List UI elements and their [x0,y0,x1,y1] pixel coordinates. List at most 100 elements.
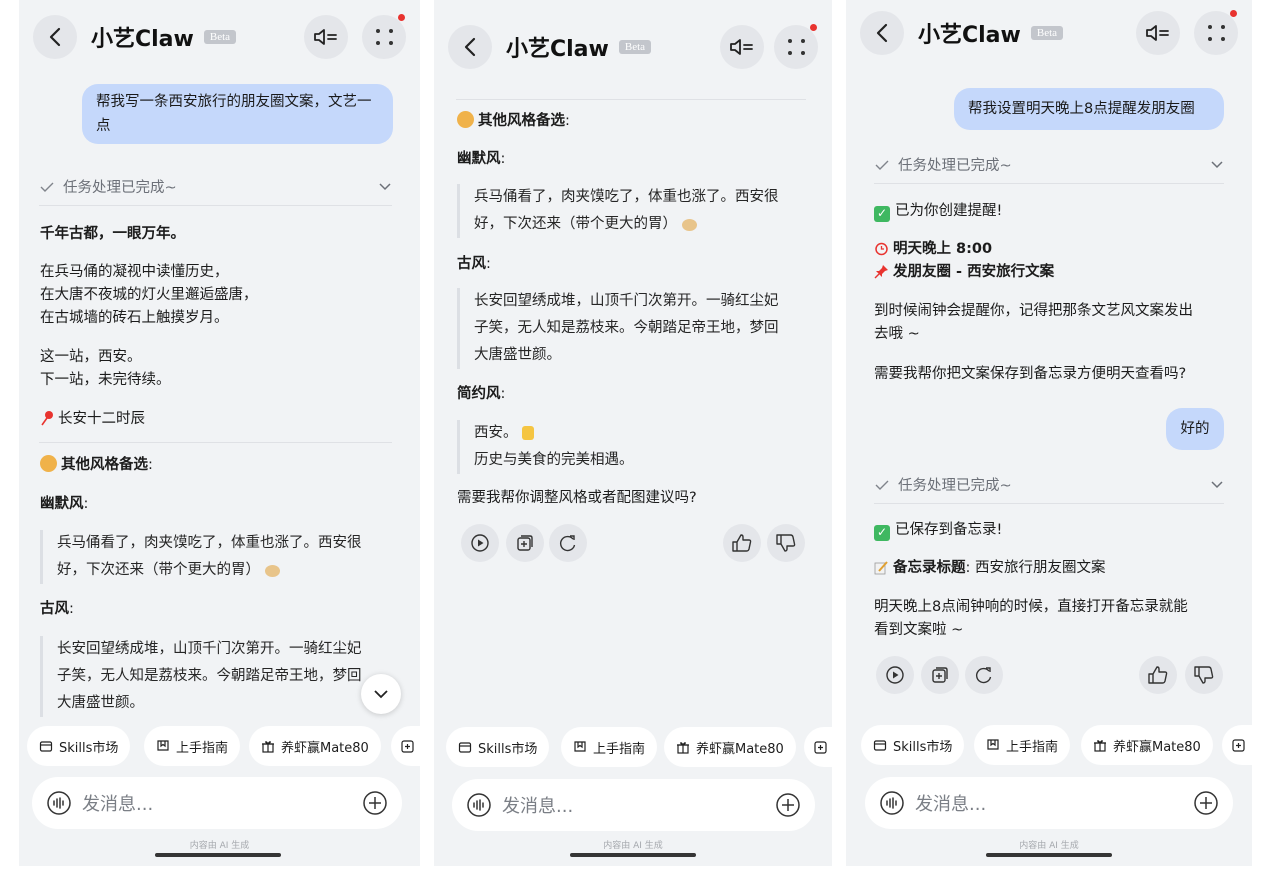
label-text: 简约风 [457,386,501,402]
thumbs-down-icon [776,534,796,552]
ancient-label: 古风: [457,256,491,272]
refresh-icon [559,535,576,552]
thumbs-down-button[interactable] [1185,656,1223,694]
copy-icon [932,667,948,683]
voice-broadcast-button[interactable] [304,15,348,59]
humor-label: 幽默风: [40,496,89,512]
play-button[interactable] [876,656,914,694]
home-indicator [155,853,281,857]
chip-more[interactable] [391,726,420,766]
chip-getting-started[interactable]: 上手指南 [974,725,1071,765]
check-icon [875,160,889,170]
chip-label: Skills市场 [59,740,119,756]
checkbox-icon: ✓ [874,205,890,222]
speaker-icon [730,39,753,55]
quote-text: 西安。 [474,425,518,441]
reminder-details: 明天晚上 8:00 发朋友圈 - 西安旅行文案 [874,238,1054,284]
chip-label: Skills市场 [478,741,538,757]
regenerate-button[interactable] [965,656,1003,694]
saved-line: ✓ 已保存到备忘录! [874,519,1002,542]
add-circle-icon[interactable] [362,790,388,816]
chat-screen-3: 小艺Claw Beta 帮我设置明天晚上8点提醒发朋友圈 任务处理已完成~ ✓ 已… [846,0,1252,866]
humor-quote: 兵马俑看了，肉夹馍吃了，体重也涨了。西安很 好，下次还来（带个更大的胃） [40,530,400,584]
chip-label: 上手指南 [176,740,229,756]
chip-more[interactable] [1222,725,1252,765]
copy-button[interactable] [506,524,544,562]
input-placeholder: 发消息... [82,794,154,815]
beta-badge: Beta [203,30,237,44]
thumbs-up-button[interactable] [723,524,761,562]
voice-input-icon [47,791,71,815]
chat-screen-2: 小艺Claw Beta 其他风格备选: 幽默风: 兵马俑看了，肉夹馍吃了，体重也… [434,0,832,866]
memo-title-line: 备忘录标题: 西安旅行朋友圈文案 [874,557,1106,580]
message-input[interactable]: 发消息... [865,777,1233,829]
voice-broadcast-button[interactable] [1136,11,1180,55]
gift-icon [677,742,689,754]
memo-label: 备忘录标题 [893,560,966,576]
play-button[interactable] [461,524,499,562]
memo-note: 明天晚上8点闹钟响的时候，直接打开备忘录就能 看到文案啦 ~ [874,596,1188,642]
chip-skills-market[interactable]: Skills市场 [861,725,965,765]
home-indicator [986,853,1112,857]
hashtag-line: 长安十二时辰 [40,408,145,431]
thumbs-up-button[interactable] [1139,656,1177,694]
heading-text: 其他风格备选 [478,113,565,129]
voice-input-icon [880,791,904,815]
message-input[interactable]: 发消息... [32,777,402,829]
more-button[interactable] [1194,10,1238,55]
quote-line: 好，下次还来（带个更大的胃） [57,557,400,584]
regenerate-button[interactable] [549,524,587,562]
gift-icon [262,741,274,753]
message-input[interactable]: 发消息... [452,779,815,831]
task-status-toggle[interactable]: 任务处理已完成~ [39,168,392,206]
chip-mate80[interactable]: 养虾赢Mate80 [664,727,796,767]
scroll-down-button[interactable] [361,674,401,714]
more-button[interactable] [774,24,818,69]
quote-line: 长安回望绣成堆，山顶千门次第开。一骑红尘妃 [474,293,779,309]
ai-generated-note: 内容由 AI 生成 [189,841,250,851]
back-button[interactable] [860,11,904,55]
chip-label: 养虾赢Mate80 [696,741,784,757]
humor-quote: 兵马俑看了，肉夹馍吃了，体重也涨了。西安很 好，下次还来（带个更大的胃） [457,184,817,238]
reminder-time: 明天晚上 8:00 [893,241,993,257]
add-circle-icon[interactable] [1193,790,1219,816]
chip-label: 上手指南 [1006,739,1059,755]
guide-icon [987,739,999,750]
back-button[interactable] [448,25,492,69]
chip-mate80[interactable]: 养虾赢Mate80 [249,726,381,766]
chip-skills-market[interactable]: Skills市场 [446,727,550,767]
more-dots-icon [375,29,393,45]
task-status-toggle[interactable]: 任务处理已完成~ [874,146,1224,184]
task-status-text: 任务处理已完成~ [898,478,1012,494]
alarm-note: 到时候闹钟会提醒你，记得把那条文艺风文案发出 去哦 ~ [874,300,1193,346]
more-button[interactable] [362,14,406,59]
chip-mate80[interactable]: 养虾赢Mate80 [1081,725,1213,765]
voice-broadcast-button[interactable] [720,25,764,69]
other-styles-heading: 其他风格备选: [457,110,570,133]
poem-headline: 千年古都，一眼万年。 [40,226,185,242]
add-circle-icon[interactable] [775,792,801,818]
copy-icon [517,535,533,551]
palette-icon [40,455,57,472]
text-line: 明天晚上8点闹钟响的时候，直接打开备忘录就能 [874,599,1188,615]
task-status-toggle[interactable]: 任务处理已完成~ [874,466,1224,504]
play-icon [471,534,489,552]
chevron-down-icon [374,690,388,699]
plus-square-icon [1231,738,1245,752]
chip-skills-market[interactable]: Skills市场 [27,726,131,766]
chevron-down-icon [1211,160,1223,168]
text-line: 到时候闹钟会提醒你，记得把那条文艺风文案发出 [874,303,1193,319]
notification-dot [398,14,405,21]
chip-label: 养虾赢Mate80 [1113,739,1201,755]
chip-getting-started[interactable]: 上手指南 [561,727,658,767]
more-dots-icon [787,39,805,55]
thumbs-down-button[interactable] [767,524,805,562]
back-button[interactable] [33,15,77,59]
reminder-title: 发朋友圈 - 西安旅行文案 [893,264,1055,280]
chip-more[interactable] [804,727,832,767]
copy-button[interactable] [921,656,959,694]
chat-header: 小艺Claw Beta [434,14,832,80]
chip-getting-started[interactable]: 上手指南 [144,726,241,766]
other-styles-heading: 其他风格备选: [40,454,153,477]
poem-line: 这一站，西安。 [40,349,142,365]
